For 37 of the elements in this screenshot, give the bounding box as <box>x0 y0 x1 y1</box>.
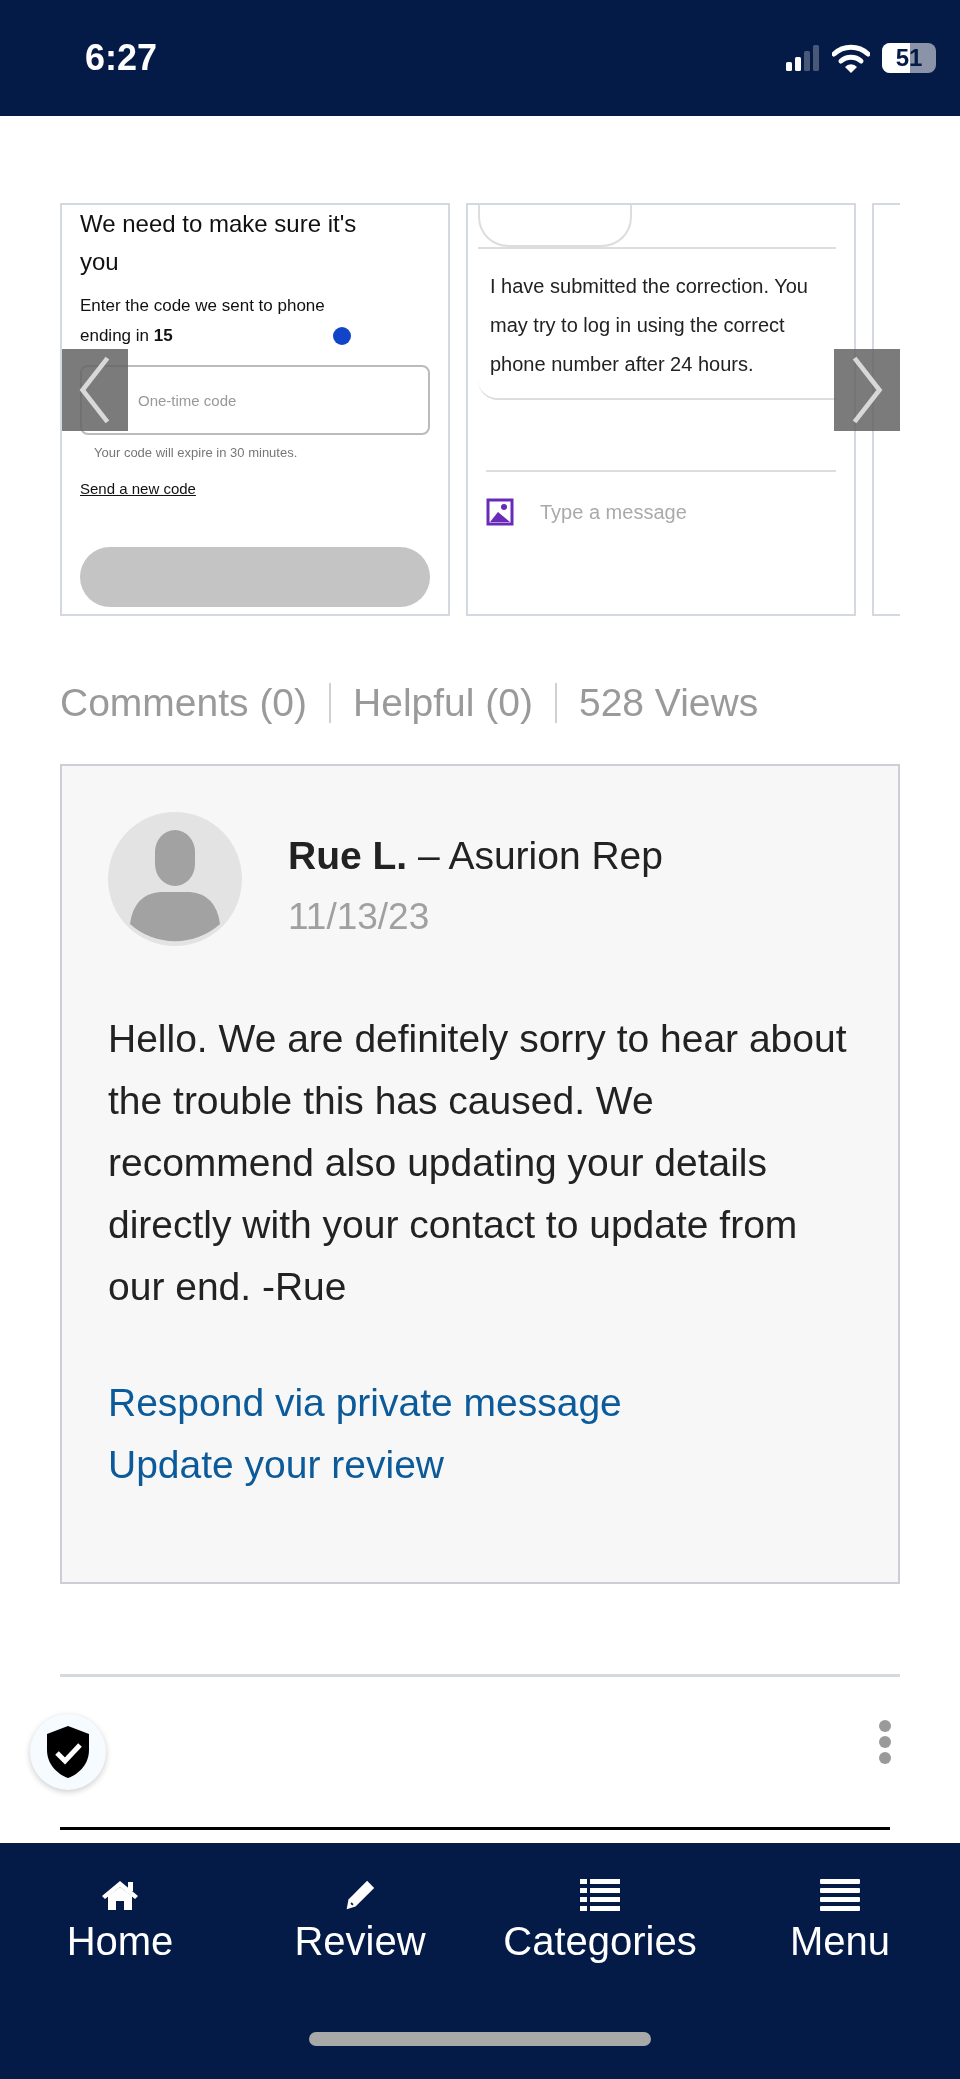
next-button[interactable] <box>834 349 900 431</box>
security-badge[interactable] <box>30 1714 106 1790</box>
screenshot-thumbnail[interactable]: We need to make sure it's you Enter the code we sent to phone ending in 15 One-time code Your code will expire in 30 minutes. Send a new code <box>60 203 450 616</box>
nav-tab[interactable]: Review <box>294 1879 426 1964</box>
response-text: Hello. We are definitely sorry to hear about the trouble this has caused. We recommend also updating your details directly with your contact to update from our end. -Rue <box>108 1016 848 1310</box>
expiry-note: Your code will expire in 30 minutes. <box>94 445 299 460</box>
instruction-text: Enter the code we sent to phone ending in 15 <box>80 295 326 347</box>
screenshot-thumbnail[interactable]: I have submitted the correction. You may try to log in using the correct phone number after 24 hours. Type a message <box>466 203 856 616</box>
more-options-icon[interactable] <box>878 1720 892 1764</box>
list-icon <box>580 1879 620 1911</box>
menu-icon <box>820 1879 860 1911</box>
nav-tab[interactable]: Categories <box>503 1879 697 1964</box>
response-link[interactable]: Respond via private message <box>108 1376 622 1430</box>
message-field: Type a message <box>540 500 687 524</box>
wifi-icon <box>832 43 870 73</box>
stat-label: 528 Views <box>578 681 759 725</box>
previous-button[interactable] <box>62 349 128 431</box>
author-name: Rue L. – Asurion Rep <box>288 834 663 878</box>
image-icon <box>486 498 514 526</box>
screen-title: We need to make sure it's you <box>80 209 358 277</box>
nav-tab[interactable]: Home <box>66 1879 174 1964</box>
signal-icon <box>786 45 820 71</box>
resend-link: Send a new code <box>80 480 197 497</box>
battery-icon: 51 <box>882 43 936 73</box>
stat-label: Comments (0) <box>60 681 308 725</box>
home-icon <box>101 1879 139 1911</box>
pencil-icon <box>344 1879 376 1911</box>
chevron-right-icon <box>850 355 884 425</box>
shield-check-icon <box>45 1724 91 1780</box>
nav-tab[interactable]: Menu <box>789 1879 891 1964</box>
stat-label: Helpful (0) <box>353 681 533 725</box>
post-date: 11/13/23 <box>288 896 431 938</box>
response-link[interactable]: Update your review <box>108 1438 444 1492</box>
clock-time: 6:27 <box>85 37 158 79</box>
redaction-mark-icon <box>332 326 352 346</box>
chevron-left-icon <box>78 355 112 425</box>
avatar-icon <box>108 812 242 946</box>
